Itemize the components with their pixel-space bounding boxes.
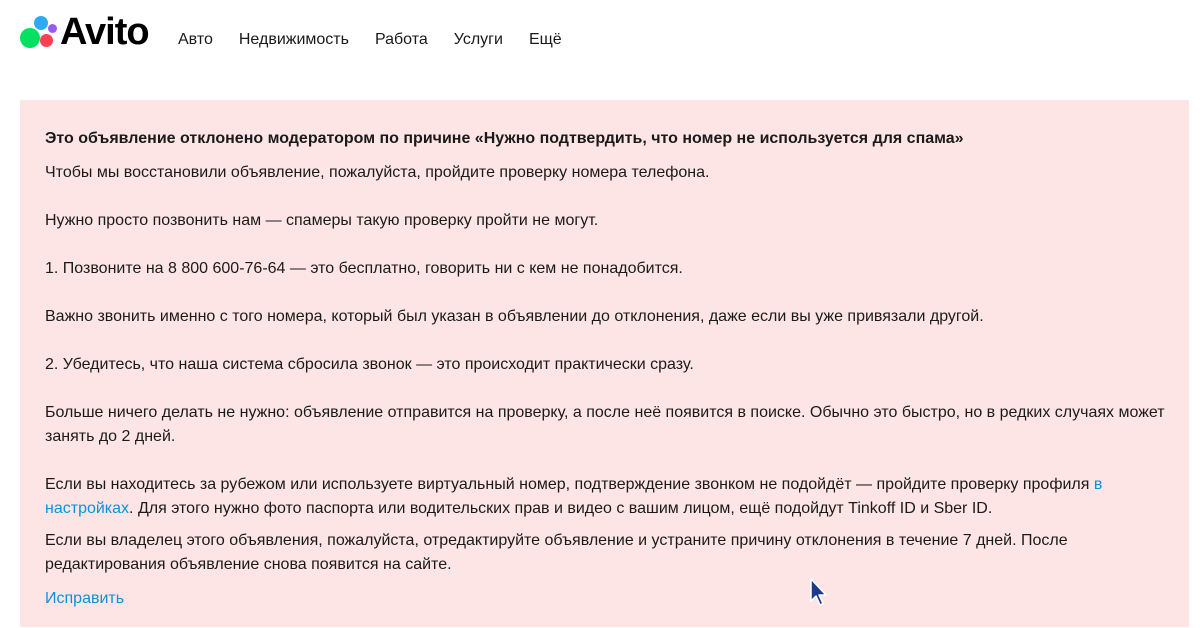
notice-step-1: 1. Позвоните на 8 800 600-76-64 — это бе…: [45, 260, 683, 277]
logo-text: Avito: [60, 11, 150, 53]
avito-logo[interactable]: Avito: [20, 11, 150, 53]
logo-dot-red: [40, 34, 53, 47]
notice-title: Это объявление отклонено модератором по …: [45, 130, 964, 147]
notice-step-2: 2. Убедитесь, что наша система сбросила …: [45, 356, 694, 373]
abroad-text-start: Если вы находитесь за рубежом или исполь…: [45, 476, 1094, 493]
nav-item-services[interactable]: Услуги: [454, 30, 503, 50]
nav-item-realty[interactable]: Недвижимость: [239, 30, 349, 50]
notice-paragraph-review: Больше ничего делать не нужно: объявлени…: [45, 404, 1165, 445]
logo-dot-purple: [48, 24, 57, 33]
logo-dot-blue: [34, 16, 48, 30]
main-nav: Авто Недвижимость Работа Услуги Ещё: [178, 30, 588, 50]
site-header: Avito Авто Недвижимость Работа Услуги Ещ…: [0, 0, 1200, 80]
logo-dot-green: [20, 28, 40, 48]
nav-item-auto[interactable]: Авто: [178, 30, 213, 50]
notice-paragraph-call: Нужно просто позвонить нам — спамеры так…: [45, 212, 599, 229]
nav-item-jobs[interactable]: Работа: [375, 30, 428, 50]
notice-paragraph-important: Важно звонить именно с того номера, кото…: [45, 308, 984, 325]
abroad-text-end: . Для этого нужно фото паспорта или води…: [129, 500, 993, 517]
fix-link[interactable]: Исправить: [45, 587, 124, 611]
logo-dots-icon: [20, 14, 58, 50]
mouse-pointer-icon: [810, 578, 827, 606]
nav-item-more[interactable]: Ещё: [529, 30, 562, 50]
notice-paragraph-abroad: Если вы находитесь за рубежом или исполь…: [45, 473, 1165, 521]
notice-paragraph-owner: Если вы владелец этого объявления, пожал…: [45, 532, 1068, 573]
notice-paragraph-intro: Чтобы мы восстановили объявление, пожалу…: [45, 164, 710, 181]
rejection-notice: Это объявление отклонено модератором по …: [20, 100, 1189, 627]
